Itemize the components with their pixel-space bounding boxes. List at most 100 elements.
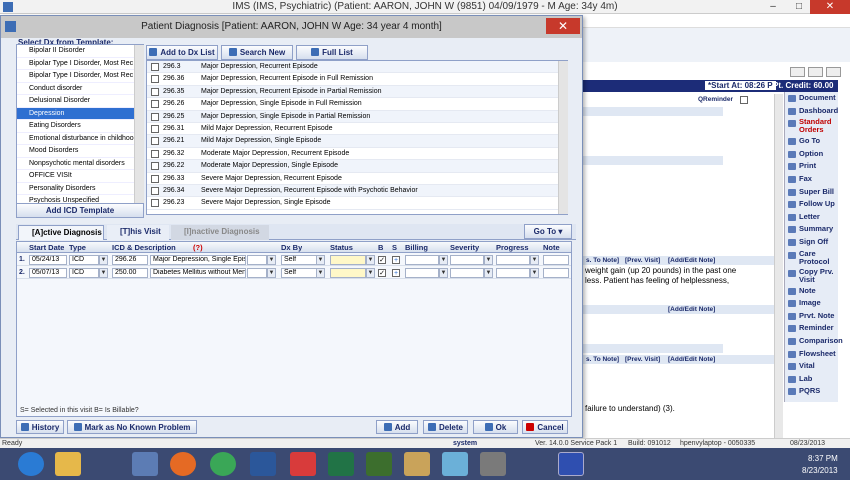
sidebar-comparison[interactable]: Comparison — [785, 335, 843, 348]
dx-checkbox[interactable] — [151, 75, 159, 84]
dx-code-row[interactable]: 296.26 Major Depression, Single Episode i… — [147, 98, 567, 111]
firefox-icon[interactable] — [170, 452, 196, 476]
chevron-down-icon[interactable]: ▼ — [530, 267, 539, 278]
sidebar-vital[interactable]: Vital — [785, 360, 838, 373]
dx-code-row[interactable]: 296.25 Major Depression, Single Episode i… — [147, 110, 567, 123]
ims-icon[interactable] — [558, 452, 584, 476]
dx-list-scrollbar[interactable] — [558, 61, 568, 214]
billing-select[interactable] — [405, 255, 439, 265]
dx-code-row[interactable]: 296.31 Mild Major Depression, Recurrent E… — [147, 123, 567, 136]
progress-select[interactable] — [496, 267, 530, 278]
sidebar-prvt-note[interactable]: Prvt. Note — [785, 310, 838, 323]
pdf-icon[interactable] — [290, 452, 316, 476]
sidebar-care-protocol[interactable]: Care Protocol — [785, 249, 838, 267]
note-field[interactable] — [543, 255, 569, 265]
dx-code-row[interactable]: 296.23 Severe Major Depression, Single Ep… — [147, 197, 567, 210]
chevron-down-icon[interactable]: ▼ — [267, 267, 276, 278]
sidebar-sign-off[interactable]: Sign Off — [785, 236, 838, 249]
dx-code-row[interactable]: 296.32 Moderate Major Depression, Recurre… — [147, 148, 567, 161]
sidebar-flowsheet[interactable]: Flowsheet — [785, 348, 838, 361]
icd-description-field[interactable]: Major Depression, Single Episo — [150, 255, 246, 265]
no-known-problem-button[interactable]: Mark as No Known Problem — [67, 420, 197, 434]
prev-visit-link-3[interactable]: [Prev. Visit] — [625, 356, 660, 363]
chevron-down-icon[interactable]: ▼ — [316, 267, 325, 278]
severity-select[interactable] — [450, 267, 484, 278]
computer-icon[interactable] — [132, 452, 158, 476]
send-to-note-link-3[interactable]: s. To Note] — [586, 356, 619, 363]
dx-checkbox[interactable] — [151, 63, 159, 71]
add-icd-template-button[interactable]: Add ICD Template — [16, 203, 144, 218]
dx-checkbox[interactable] — [151, 162, 159, 171]
dx-checkbox[interactable] — [151, 199, 159, 208]
cancel-button[interactable]: Cancel — [522, 420, 568, 434]
template-item[interactable]: Nonpsychotic mental disorders — [17, 158, 143, 170]
dx-checkbox[interactable] — [151, 186, 159, 195]
chevron-down-icon[interactable]: ▼ — [99, 267, 108, 278]
folder-icon[interactable] — [55, 452, 81, 476]
dx-code-row[interactable]: 296.3 Major Depression, Recurrent Episode — [147, 61, 567, 74]
goto-dropdown[interactable]: Go To ▾ — [524, 224, 572, 239]
search-new-button[interactable]: Search New — [221, 45, 293, 60]
template-item[interactable]: Personality Disorders — [17, 183, 143, 195]
dialog-close-button[interactable]: ✕ — [546, 18, 580, 34]
ok-button[interactable]: Ok — [473, 420, 518, 434]
template-item-selected[interactable]: Depression — [17, 107, 143, 120]
severity-select[interactable] — [450, 255, 484, 265]
template-item[interactable]: Bipolar Type I Disorder, Most Rec — [17, 58, 143, 70]
dx-checkbox[interactable] — [151, 87, 159, 96]
billable-checkbox[interactable]: ✓ — [378, 256, 386, 264]
sidebar-pqrs[interactable]: PQRS — [785, 385, 838, 398]
start-date-field[interactable]: 05/07/13 — [29, 267, 67, 278]
col-help[interactable]: (?) — [193, 243, 203, 252]
history-button[interactable]: History — [16, 420, 64, 434]
minimize-button[interactable]: – — [760, 0, 786, 14]
sidebar-note[interactable]: Note — [785, 285, 838, 298]
dx-checkbox[interactable] — [151, 137, 159, 146]
dx-checkbox[interactable] — [151, 112, 159, 121]
status-select[interactable] — [330, 255, 366, 265]
tab-this-visit[interactable]: [T]his Visit — [107, 225, 169, 240]
dx-by-select[interactable]: Self — [281, 255, 317, 265]
sidebar-summary[interactable]: Summary — [785, 223, 838, 236]
icd-code-field[interactable]: 296.26 — [112, 255, 148, 265]
sidebar-fax[interactable]: Fax — [785, 173, 838, 186]
status-select[interactable] — [330, 267, 366, 278]
sidebar-reminder[interactable]: Reminder — [785, 322, 838, 335]
sidebar-print[interactable]: Print — [785, 160, 838, 173]
selected-checkbox[interactable]: + — [392, 256, 400, 264]
chevron-down-icon[interactable]: ▼ — [484, 255, 493, 265]
qualifier-select[interactable] — [247, 267, 267, 278]
dx-checkbox[interactable] — [151, 100, 159, 109]
chevron-down-icon[interactable]: ▼ — [439, 267, 448, 278]
tab-inactive-diagnosis[interactable]: [I]nactive Diagnosis — [171, 225, 269, 240]
billing-select[interactable] — [405, 267, 439, 278]
template-item[interactable]: Mood Disorders — [17, 145, 143, 158]
template-scrollbar[interactable] — [134, 45, 144, 203]
chevron-down-icon[interactable]: ▼ — [316, 255, 325, 265]
sidebar-go-to[interactable]: Go To — [785, 135, 838, 148]
template-item[interactable]: Bipolar Type I Disorder, Most Rec — [17, 70, 143, 83]
dx-checkbox[interactable] — [151, 149, 159, 158]
chevron-down-icon[interactable]: ▼ — [366, 255, 375, 265]
selected-checkbox[interactable]: + — [392, 268, 400, 277]
type-select[interactable]: ICD — [69, 267, 99, 278]
chevron-down-icon[interactable]: ▼ — [439, 255, 448, 265]
sidebar-lab[interactable]: Lab — [785, 373, 838, 386]
chevron-down-icon[interactable]: ▼ — [267, 255, 276, 265]
tools-icon[interactable] — [480, 452, 506, 476]
excel-icon[interactable] — [328, 452, 354, 476]
ie-icon[interactable] — [18, 452, 44, 476]
type-select[interactable]: ICD — [69, 255, 99, 265]
mdi-min-icon[interactable] — [790, 67, 805, 77]
maximize-button[interactable]: □ — [786, 0, 812, 14]
start-date-field[interactable]: 05/24/13 — [29, 255, 67, 265]
tab-active-diagnosis[interactable]: [A]ctive Diagnosis — [18, 225, 104, 240]
add-button[interactable]: Add — [376, 420, 418, 434]
sidebar-follow-up[interactable]: Follow Up — [785, 198, 838, 211]
dx-by-select[interactable]: Self — [281, 267, 317, 278]
sidebar-super-bill[interactable]: Super Bill — [785, 186, 838, 199]
dx-code-row[interactable]: 296.21 Mild Major Depression, Single Epis… — [147, 135, 567, 148]
chevron-down-icon[interactable]: ▼ — [484, 267, 493, 278]
add-to-dx-list-button[interactable]: Add to Dx List — [146, 45, 218, 60]
chrome-icon[interactable] — [210, 452, 236, 476]
